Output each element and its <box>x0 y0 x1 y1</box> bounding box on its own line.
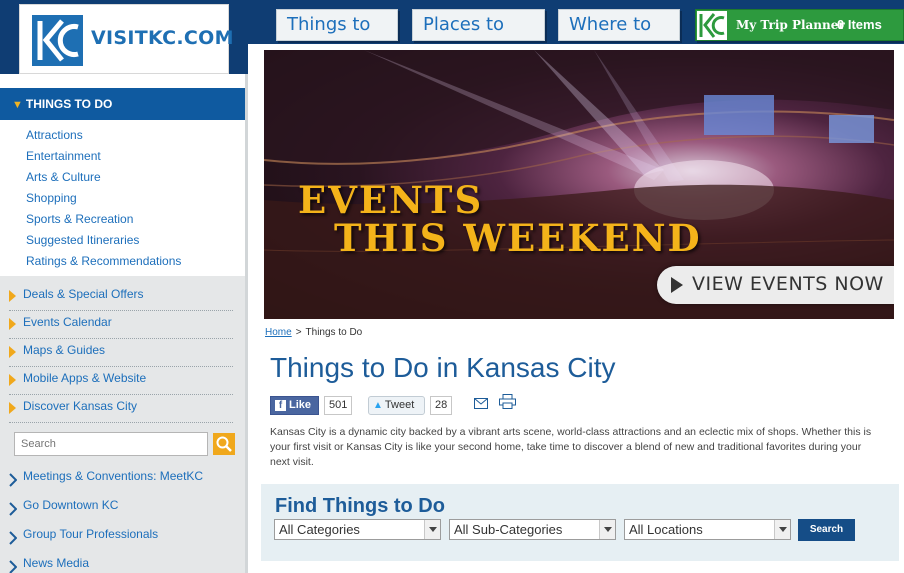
sidebar-item-label: Maps & Guides <box>23 343 106 357</box>
tab-things-to-do[interactable]: Things to Do <box>276 9 398 65</box>
breadcrumb-home-link[interactable]: Home <box>265 327 292 338</box>
category-value: All Categories <box>279 522 360 537</box>
sidebar-subitem-attractions[interactable]: Attractions <box>26 128 83 142</box>
sidebar-item-label: Group Tour Professionals <box>23 527 159 541</box>
chevron-right-icon <box>9 502 17 516</box>
find-search-button[interactable]: Search <box>798 519 855 541</box>
sidebar-item-maps-guides[interactable]: Maps & Guides <box>9 339 233 367</box>
chevron-right-icon <box>9 560 17 573</box>
sidebar-subitem-arts-culture[interactable]: Arts & Culture <box>26 170 101 184</box>
play-icon <box>671 277 683 293</box>
find-things-panel: Find Things to Do All Categories All Sub… <box>261 484 899 561</box>
sidebar-subitem-entertainment[interactable]: Entertainment <box>26 149 101 163</box>
intro-paragraph: Kansas City is a dynamic city backed by … <box>270 426 872 468</box>
subcategory-select[interactable]: All Sub-Categories <box>449 519 616 540</box>
view-events-button[interactable]: VIEW EVENTS NOW <box>657 266 894 304</box>
chevron-down-icon <box>599 520 615 539</box>
arrow-right-icon <box>9 318 16 330</box>
sidebar-item-label: Discover Kansas City <box>23 399 138 413</box>
breadcrumb-separator: > <box>295 327 302 338</box>
find-title: Find Things to Do <box>275 495 445 517</box>
hero-headline-2: THIS WEEKEND <box>334 216 702 260</box>
arrow-right-icon <box>9 290 16 302</box>
sidebar-item-group-tour[interactable]: Group Tour Professionals <box>9 525 245 553</box>
sidebar-section-title: THINGS TO DO <box>25 97 113 111</box>
sidebar-item-meetkc[interactable]: Meetings & Conventions: MeetKC <box>9 467 245 495</box>
tweet-label: Tweet <box>384 399 415 411</box>
category-select[interactable]: All Categories <box>274 519 441 540</box>
tab-where-to-eat[interactable]: Where to Eat <box>558 9 680 65</box>
arrow-right-icon <box>9 346 16 358</box>
trip-planner-button[interactable]: My Trip Planner 0 Items <box>695 9 904 41</box>
main-content: EVENTS THIS WEEKEND VIEW EVENTS NOW Home… <box>248 44 904 573</box>
sidebar-search-input[interactable] <box>14 432 208 456</box>
sidebar-subitem-ratings[interactable]: Ratings & Recommendations <box>26 254 181 268</box>
location-value: All Locations <box>629 522 703 537</box>
sidebar-item-label: Go Downtown KC <box>23 498 119 512</box>
sidebar-item-go-downtown[interactable]: Go Downtown KC <box>9 496 245 524</box>
tab-places-to-stay[interactable]: Places to Stay <box>412 9 545 65</box>
view-events-label: VIEW EVENTS NOW <box>692 273 884 295</box>
sidebar-item-label: Meetings & Conventions: MeetKC <box>23 469 204 483</box>
print-icon[interactable] <box>499 394 516 409</box>
sidebar-item-mobile-apps[interactable]: Mobile Apps & Website <box>9 367 233 395</box>
trip-planner-label: My Trip Planner <box>736 18 845 32</box>
tweet-button[interactable]: ▲ Tweet <box>368 396 425 415</box>
arrow-right-icon <box>9 374 16 386</box>
sidebar-item-discover-kc[interactable]: Discover Kansas City <box>9 395 233 423</box>
sidebar-subitem-itineraries[interactable]: Suggested Itineraries <box>26 233 139 247</box>
kc-logo-icon <box>32 15 83 66</box>
sidebar-item-label: News Media <box>23 556 90 570</box>
hero-banner[interactable]: EVENTS THIS WEEKEND VIEW EVENTS NOW <box>264 50 894 319</box>
sidebar-subitem-shopping[interactable]: Shopping <box>26 191 77 205</box>
like-count: 501 <box>324 396 353 415</box>
facebook-icon: f <box>275 400 286 411</box>
sidebar-item-deals[interactable]: Deals & Special Offers <box>9 283 233 311</box>
email-icon[interactable] <box>474 398 488 409</box>
chevron-down-icon <box>424 520 440 539</box>
sidebar-item-label: Deals & Special Offers <box>23 287 144 301</box>
search-button[interactable] <box>213 433 235 455</box>
trip-planner-count: 0 Items <box>837 17 882 32</box>
facebook-like-button[interactable]: f Like <box>270 396 319 415</box>
sidebar-item-news-media[interactable]: News Media <box>9 554 245 573</box>
location-select[interactable]: All Locations <box>624 519 791 540</box>
arrow-right-icon <box>9 402 16 414</box>
tweet-count: 28 <box>430 396 453 415</box>
page-title: Things to Do in Kansas City <box>270 352 616 383</box>
sidebar-subitem-sports-recreation[interactable]: Sports & Recreation <box>26 212 133 226</box>
sidebar: ▼ THINGS TO DO Attractions Entertainment … <box>0 74 248 573</box>
chevron-right-icon <box>9 473 17 487</box>
chevron-right-icon <box>9 531 17 545</box>
site-logo[interactable]: VISITKC.COM <box>19 4 234 74</box>
sidebar-item-label: Mobile Apps & Website <box>23 371 147 385</box>
sidebar-section-header[interactable]: ▼ THINGS TO DO <box>0 88 245 120</box>
chevron-down-icon <box>774 520 790 539</box>
sidebar-item-label: Events Calendar <box>23 315 112 329</box>
search-icon <box>216 436 232 452</box>
twitter-bird-icon: ▲ <box>373 400 383 411</box>
subcategory-value: All Sub-Categories <box>454 522 563 537</box>
logo-text: VISITKC.COM <box>91 27 234 49</box>
sidebar-sublist: Attractions Entertainment Arts & Culture… <box>0 120 245 276</box>
sidebar-item-events-calendar[interactable]: Events Calendar <box>9 311 233 339</box>
kc-trip-icon <box>697 11 727 40</box>
chevron-down-icon: ▼ <box>12 99 23 111</box>
like-label: Like <box>289 399 312 411</box>
breadcrumb-current: Things to Do <box>305 327 363 338</box>
breadcrumb: Home > Things to Do <box>265 327 362 338</box>
